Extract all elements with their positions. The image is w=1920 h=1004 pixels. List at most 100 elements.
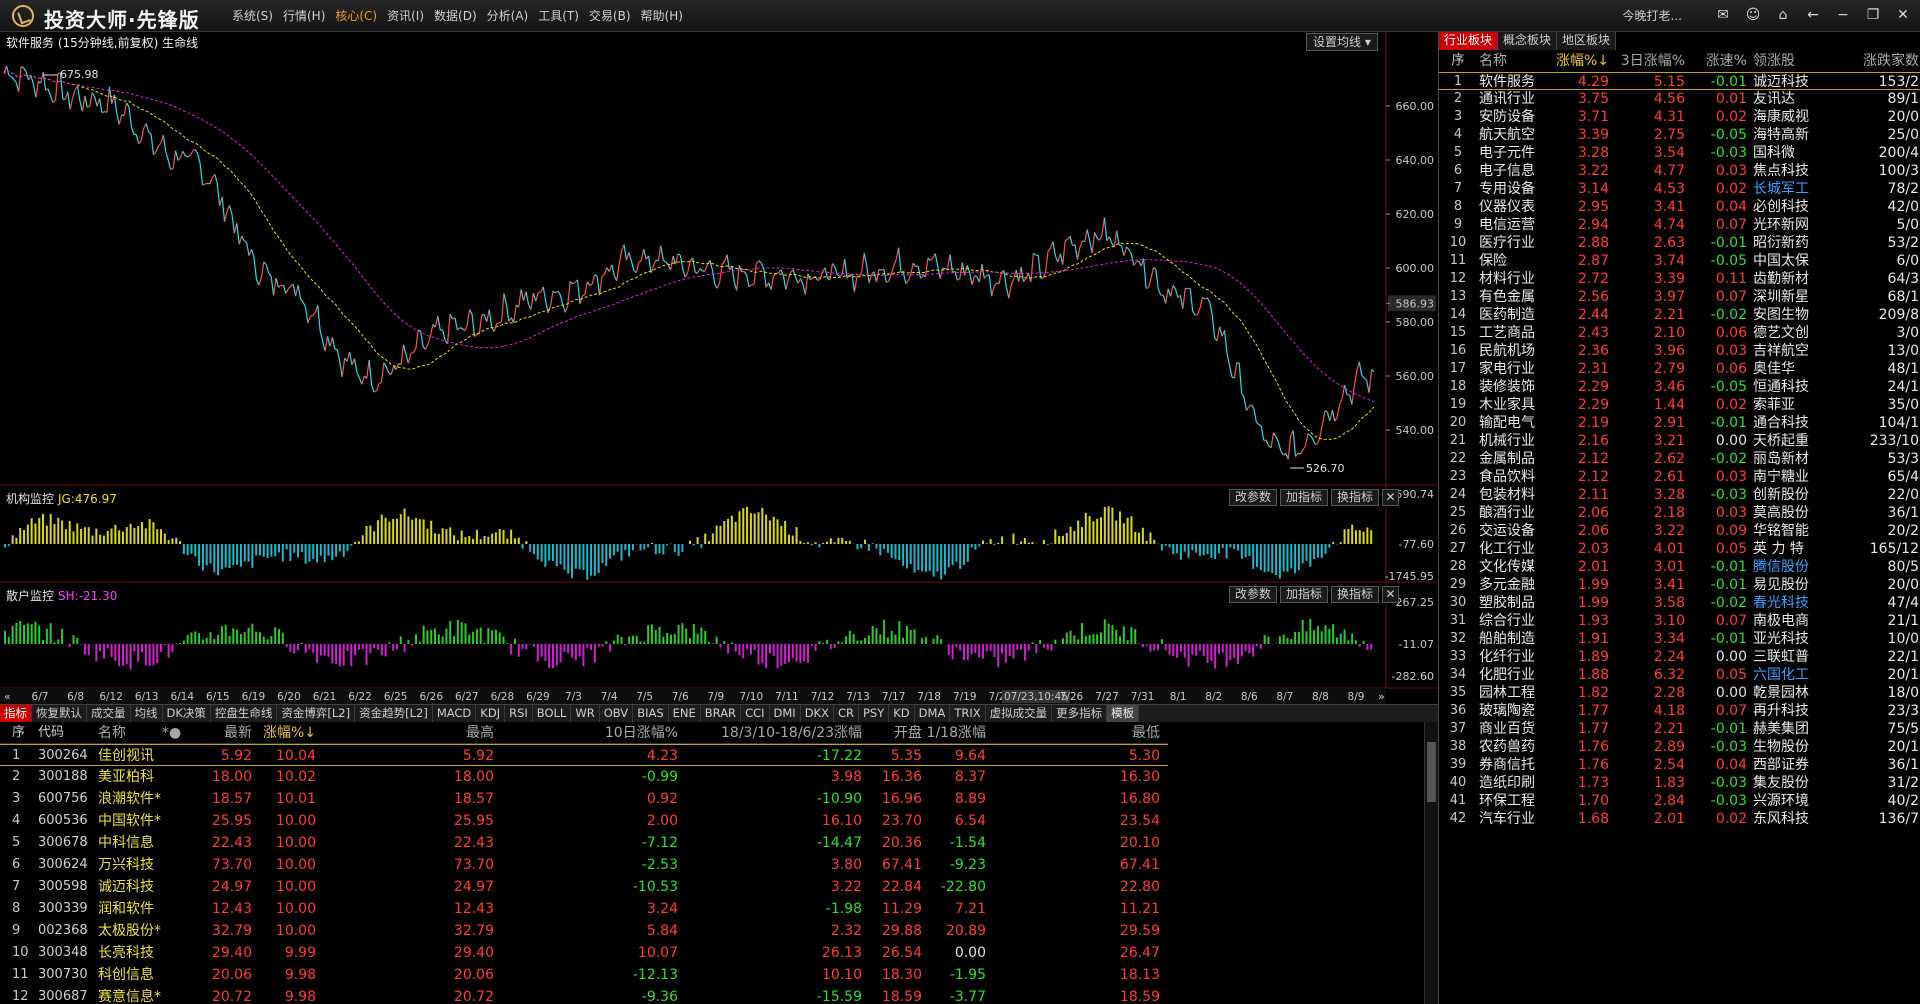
menu-item-2[interactable]: 核心(C) xyxy=(335,7,377,24)
scrollbar-thumb[interactable] xyxy=(1427,742,1436,802)
table-row[interactable]: 2 300188 美亚柏科 18.00 10.02 18.00 -0.99 3.98 16.36… xyxy=(0,766,1168,788)
indicator-tab-21[interactable]: PSY xyxy=(859,705,890,723)
indicator-tab-14[interactable]: BIAS xyxy=(633,705,669,723)
sector-row[interactable]: 42 汽车行业 1.68 2.01 0.02 东风科技 136/7 xyxy=(1439,810,1920,828)
sector-leader[interactable]: 索菲亚 xyxy=(1753,396,1795,414)
col-118[interactable]: 1/18涨幅 xyxy=(922,722,986,744)
sector-leader[interactable]: 海特高新 xyxy=(1753,126,1809,144)
table-row[interactable]: 8 300339 润和软件 12.43 10.00 12.43 3.24 -1.98 11.29… xyxy=(0,898,1168,920)
indicator-tab-7[interactable]: 资金趋势[L2] xyxy=(355,705,433,723)
sector-row[interactable]: 22 金属制品 2.12 2.62 -0.02 丽岛新材 53/3 xyxy=(1439,450,1920,468)
sector-row[interactable]: 31 综合行业 1.93 3.10 0.07 南极电商 21/1 xyxy=(1439,612,1920,630)
sector-row[interactable]: 38 农药兽药 1.76 2.89 -0.03 生物股份 20/1 xyxy=(1439,738,1920,756)
sector-leader[interactable]: 深圳新星 xyxy=(1753,288,1809,306)
pane2-close-icon[interactable]: ✕ xyxy=(1382,489,1400,506)
indicator-tab-18[interactable]: DMI xyxy=(770,705,801,723)
sector-leader[interactable]: 必创科技 xyxy=(1753,198,1809,216)
sector-row[interactable]: 15 工艺商品 2.43 2.10 0.06 德艺文创 3/0 xyxy=(1439,324,1920,342)
chart-area[interactable]: 660.00 640.00 620.00 600.00 586.93 580.00 560.… xyxy=(0,32,1438,704)
pane3-switch-indicator-button[interactable]: 换指标 xyxy=(1331,586,1380,603)
menu-item-4[interactable]: 数据(D) xyxy=(434,7,477,24)
menu-item-0[interactable]: 系统(S) xyxy=(232,7,273,24)
sector-leader[interactable]: 亚光科技 xyxy=(1753,630,1809,648)
sector-leader[interactable]: 春光科技 xyxy=(1753,594,1809,612)
user-icon[interactable]: ☺ xyxy=(1744,6,1762,24)
indicator-tab-10[interactable]: RSI xyxy=(505,705,533,723)
sector-leader[interactable]: 易见股份 xyxy=(1753,576,1809,594)
indicator-tab-0[interactable]: 指标 xyxy=(0,705,32,723)
sector-leader[interactable]: 中国太保 xyxy=(1753,252,1809,270)
stock-table-scrollbar[interactable] xyxy=(1424,722,1438,1004)
sector-leader[interactable]: 南宁糖业 xyxy=(1753,468,1809,486)
sector-leader[interactable]: 奥佳华 xyxy=(1753,360,1795,378)
menu-item-6[interactable]: 工具(T) xyxy=(538,7,579,24)
sec-col-3day[interactable]: 3日涨幅% xyxy=(1617,50,1685,72)
sec-col-speed[interactable]: 涨速% xyxy=(1689,50,1747,72)
indicator-tab-19[interactable]: DKX xyxy=(801,705,834,723)
col-change[interactable]: 涨幅%↓ xyxy=(252,722,316,744)
sector-row[interactable]: 23 食品饮料 2.12 2.61 0.03 南宁糖业 65/4 xyxy=(1439,468,1920,486)
pane3-close-icon[interactable]: ✕ xyxy=(1382,586,1400,603)
price-chart[interactable]: 660.00 640.00 620.00 600.00 586.93 580.00 560.… xyxy=(0,32,1438,704)
sector-row[interactable]: 24 包装材料 2.11 3.28 -0.03 创新股份 22/0 xyxy=(1439,486,1920,504)
indicator-tab-11[interactable]: BOLL xyxy=(533,705,572,723)
indicator-tab-3[interactable]: 均线 xyxy=(131,705,163,723)
sector-leader[interactable]: 昭衍新药 xyxy=(1753,234,1809,252)
sector-leader[interactable]: 焦点科技 xyxy=(1753,162,1809,180)
menu-item-1[interactable]: 行情(H) xyxy=(283,7,325,24)
table-row[interactable]: 6 300624 万兴科技 73.70 10.00 73.70 -2.53 3.80 67.41… xyxy=(0,854,1168,876)
table-row[interactable]: 7 300598 诚迈科技 24.97 10.00 24.97 -10.53 3.22 22.8… xyxy=(0,876,1168,898)
indicator-tab-27[interactable]: 模板 xyxy=(1107,705,1140,723)
sector-row[interactable]: 21 机械行业 2.16 3.21 0.00 天桥起重 233/10 xyxy=(1439,432,1920,450)
col-10day[interactable]: 10日涨幅% xyxy=(600,722,678,744)
table-row[interactable]: 4 600536 中国软件* 25.95 10.00 25.95 2.00 16.10 23.7… xyxy=(0,810,1168,832)
sector-leader[interactable]: 海康威视 xyxy=(1753,108,1809,126)
indicator-tab-2[interactable]: 成交量 xyxy=(87,705,131,723)
sector-leader[interactable]: 诚迈科技 xyxy=(1753,73,1809,91)
sector-leader[interactable]: 长城军工 xyxy=(1753,180,1809,198)
sector-row[interactable]: 17 家电行业 2.31 2.79 0.06 奥佳华 48/1 xyxy=(1439,360,1920,378)
back-icon[interactable]: ← xyxy=(1804,6,1822,24)
sector-leader[interactable]: 德艺文创 xyxy=(1753,324,1809,342)
sector-leader[interactable]: 三联虹普 xyxy=(1753,648,1809,666)
sector-leader[interactable]: 腾信股份 xyxy=(1753,558,1809,576)
menu-item-7[interactable]: 交易(B) xyxy=(589,7,631,24)
indicator-tab-20[interactable]: CR xyxy=(834,705,859,723)
sector-leader[interactable]: 安图生物 xyxy=(1753,306,1809,324)
table-row[interactable]: 5 300678 中科信息 22.43 10.00 22.43 -7.12 -14.47 20.… xyxy=(0,832,1168,854)
indicator-tab-13[interactable]: OBV xyxy=(600,705,634,723)
ma-settings-button[interactable]: 设置均线 ▾ xyxy=(1306,33,1378,51)
sector-row[interactable]: 6 电子信息 3.22 4.77 0.03 焦点科技 100/3 xyxy=(1439,162,1920,180)
sector-row[interactable]: 7 专用设备 3.14 4.53 0.02 长城军工 78/2 xyxy=(1439,180,1920,198)
restore-icon[interactable]: ❐ xyxy=(1864,6,1882,24)
sector-leader[interactable]: 英 力 特 xyxy=(1753,540,1804,558)
sector-row[interactable]: 11 保险 2.87 3.74 -0.05 中国太保 6/0 xyxy=(1439,252,1920,270)
table-row[interactable]: 1 300264 佳创视讯 5.92 10.04 5.92 4.23 -17.22 5.35 9.… xyxy=(0,744,1168,766)
sector-leader[interactable]: 莫高股份 xyxy=(1753,504,1809,522)
sector-leader[interactable]: 吉祥航空 xyxy=(1753,342,1809,360)
indicator-tab-23[interactable]: DMA xyxy=(915,705,951,723)
sec-col-change[interactable]: 涨幅%↓ xyxy=(1547,50,1609,72)
sector-tab-0[interactable]: 行业板块 xyxy=(1439,32,1499,50)
sector-row[interactable]: 27 化工行业 2.03 4.01 0.05 英 力 特 165/12 xyxy=(1439,540,1920,558)
indicator-tab-8[interactable]: MACD xyxy=(433,705,477,723)
sector-row[interactable]: 19 木业家具 2.29 1.44 0.02 索菲亚 35/0 xyxy=(1439,396,1920,414)
sector-row[interactable]: 33 化纤行业 1.89 2.24 0.00 三联虹普 22/1 xyxy=(1439,648,1920,666)
sec-col-updown[interactable]: 涨跌家数 xyxy=(1839,50,1919,72)
sector-row[interactable]: 8 仪器仪表 2.95 3.41 0.04 必创科技 42/0 xyxy=(1439,198,1920,216)
col-code[interactable]: 代码 xyxy=(38,722,64,744)
sector-row[interactable]: 12 材料行业 2.72 3.39 0.11 齿勤新材 64/3 xyxy=(1439,270,1920,288)
sector-leader[interactable]: 再升科技 xyxy=(1753,702,1809,720)
sector-row[interactable]: 13 有色金属 2.56 3.97 0.07 深圳新星 68/1 xyxy=(1439,288,1920,306)
sector-tab-1[interactable]: 概念板块 xyxy=(1498,32,1558,50)
sector-row[interactable]: 20 输配电气 2.19 2.91 -0.01 通合科技 104/1 xyxy=(1439,414,1920,432)
menu-item-3[interactable]: 资讯(I) xyxy=(387,7,424,24)
home-icon[interactable]: ⌂ xyxy=(1774,6,1792,24)
indicator-tab-9[interactable]: KDJ xyxy=(476,705,506,723)
indicator-tab-1[interactable]: 恢复默认 xyxy=(32,705,87,723)
sec-col-idx[interactable]: 序 xyxy=(1445,50,1471,72)
indicator-tab-15[interactable]: ENE xyxy=(669,705,701,723)
sector-leader[interactable]: 兴源环境 xyxy=(1753,792,1809,810)
col-high[interactable]: 最高 xyxy=(420,722,494,744)
sector-leader[interactable]: 集友股份 xyxy=(1753,774,1809,792)
